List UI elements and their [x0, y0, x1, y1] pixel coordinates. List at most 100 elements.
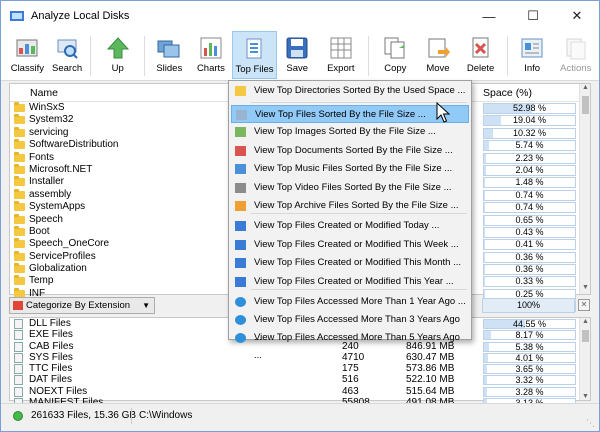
- save-button[interactable]: Save: [277, 31, 318, 79]
- space-bar: 0.41 %: [483, 239, 576, 251]
- menu-item-8[interactable]: View Top Files Created or Modified Today…: [231, 217, 469, 235]
- space-bar: 2.23 %: [483, 152, 576, 164]
- vertical-scrollbar-bottom[interactable]: ▲ ▼: [579, 318, 590, 400]
- menu-item-11[interactable]: View Top Files Created or Modified This …: [231, 273, 469, 291]
- minimize-button[interactable]: —: [467, 1, 511, 31]
- slides-button[interactable]: Slides: [149, 31, 190, 79]
- space-bar: 1.48 %: [483, 177, 576, 189]
- move-button[interactable]: Move: [418, 31, 459, 79]
- space-percent: 5.74 %: [515, 140, 544, 151]
- menu-item-label: View Top Directories Sorted By the Used …: [254, 85, 466, 96]
- folder-icon: [235, 86, 246, 96]
- row-name: Fonts: [29, 151, 55, 163]
- scroll-thumb[interactable]: [582, 96, 589, 114]
- toolbar-label: Top Files: [235, 64, 274, 75]
- video-icon: [235, 183, 246, 193]
- scroll-up-icon[interactable]: ▲: [580, 318, 591, 325]
- top-files-icon: [243, 37, 267, 61]
- row-name: TTC Files: [29, 363, 73, 375]
- copy-button[interactable]: Copy: [373, 31, 418, 79]
- vertical-scrollbar[interactable]: ▲ ▼: [579, 84, 590, 294]
- row-name: EXE Files: [29, 329, 73, 341]
- column-name[interactable]: Name: [30, 87, 58, 99]
- total-percentage: 100%: [482, 298, 575, 313]
- menu-item-5[interactable]: View Top Music Files Sorted By the File …: [231, 160, 469, 178]
- menu-item-label: View Top Images Sorted By the File Size …: [254, 126, 436, 137]
- list-item[interactable]: DAT Files 516 522.10 MB 3.32 %: [10, 374, 590, 386]
- menu-item-4[interactable]: View Top Documents Sorted By the File Si…: [231, 142, 469, 160]
- toolbar-separator: [90, 36, 92, 76]
- row-name: Microsoft.NET: [29, 163, 93, 175]
- toolbar-label: Charts: [196, 63, 225, 74]
- menu-item-13[interactable]: View Top Files Accessed More Than 3 Year…: [231, 311, 469, 343]
- folder-icon: [14, 102, 25, 112]
- row-name: Installer: [29, 176, 65, 188]
- menu-item-12[interactable]: View Top Files Accessed More Than 1 Year…: [231, 293, 469, 311]
- space-percent: 0.43 %: [515, 226, 544, 237]
- actions-button[interactable]: Actions: [553, 31, 600, 79]
- space-percent: 5.38 %: [515, 341, 544, 352]
- space-bar: 2.04 %: [483, 164, 576, 176]
- toolbar-label: Slides: [156, 63, 183, 74]
- clock-icon: [235, 333, 246, 343]
- menu-item-label: View Top Files Accessed More Than 5 Year…: [254, 332, 460, 361]
- file-type-icon: [14, 364, 23, 375]
- resize-grip-icon[interactable]: ⋱: [586, 418, 595, 429]
- toolbar-label: Move: [426, 63, 450, 74]
- folder-icon: [14, 250, 25, 261]
- menu-item-10[interactable]: View Top Files Created or Modified This …: [231, 254, 469, 272]
- menu-item-2[interactable]: View Top Files Sorted By the File Size .…: [231, 105, 469, 123]
- menu-item-6[interactable]: View Top Video Files Sorted By the File …: [231, 179, 469, 197]
- space-bar: 5.38 %: [483, 341, 576, 352]
- column-space[interactable]: Space (%): [483, 87, 532, 99]
- scroll-thumb[interactable]: [582, 330, 589, 342]
- info-button[interactable]: Info: [512, 31, 553, 79]
- menu-item-14[interactable]: View Top Files Accessed More Than 5 Year…: [231, 329, 469, 361]
- music-icon: [235, 164, 246, 174]
- classify-button[interactable]: Classify: [7, 31, 48, 79]
- toolbar-label: Info: [524, 63, 541, 74]
- delete-button[interactable]: Delete: [458, 31, 503, 79]
- folder-icon: [14, 225, 25, 236]
- up-button[interactable]: Up: [95, 31, 140, 79]
- search-icon: [55, 36, 79, 60]
- toolbar-label: Save: [286, 63, 309, 74]
- space-percent: 2.04 %: [515, 164, 544, 175]
- row-name: DAT Files: [29, 374, 72, 386]
- export-button[interactable]: Export: [318, 31, 365, 79]
- space-percent: 0.36 %: [515, 251, 544, 262]
- app-icon: [9, 8, 25, 24]
- clock-icon: [235, 315, 246, 325]
- copy-icon: [383, 36, 407, 60]
- scroll-up-icon[interactable]: ▲: [580, 84, 591, 94]
- close-category-icon[interactable]: ✕: [578, 299, 590, 311]
- row-name: ServiceProfiles: [29, 250, 96, 262]
- window-title: Analyze Local Disks: [31, 10, 130, 22]
- status-bar: 261633 Files, 15.36 GB C:\Windows ⋱: [1, 403, 599, 431]
- menu-item-1[interactable]: View Top Directories Sorted By the Used …: [231, 82, 469, 100]
- menu-item-9[interactable]: View Top Files Created or Modified This …: [231, 236, 469, 254]
- menu-item-3[interactable]: View Top Images Sorted By the File Size …: [231, 123, 469, 141]
- menu-item-7[interactable]: View Top Archive Files Sorted By the Fil…: [231, 197, 469, 215]
- maximize-button[interactable]: ☐: [511, 1, 555, 31]
- calendar-icon: [235, 240, 246, 250]
- list-item[interactable]: NOEXT Files 463 515.64 MB 3.28 %: [10, 386, 590, 397]
- space-percent: 1.48 %: [515, 177, 544, 188]
- scroll-down-icon[interactable]: ▼: [580, 284, 591, 294]
- category-icon: [13, 301, 23, 310]
- search-button[interactable]: Search: [48, 31, 87, 79]
- row-name: Temp: [29, 275, 54, 287]
- category-select[interactable]: Categorize By Extension ▼: [9, 297, 155, 314]
- row-name: assembly: [29, 188, 72, 200]
- scroll-down-icon[interactable]: ▼: [580, 393, 591, 400]
- charts-button[interactable]: Charts: [190, 31, 233, 79]
- menu-item-label: View Top Files Created or Modified Today…: [254, 220, 440, 231]
- folder-icon: [14, 163, 25, 174]
- up-arrow-icon: [106, 36, 130, 60]
- mouse-cursor-icon: [436, 102, 451, 123]
- top-files-button[interactable]: Top Files: [232, 31, 277, 79]
- close-button[interactable]: ✕: [555, 1, 599, 31]
- row-name: SoftwareDistribution: [29, 139, 119, 151]
- space-bar: 0.36 %: [483, 251, 576, 263]
- toolbar-separator: [368, 36, 370, 76]
